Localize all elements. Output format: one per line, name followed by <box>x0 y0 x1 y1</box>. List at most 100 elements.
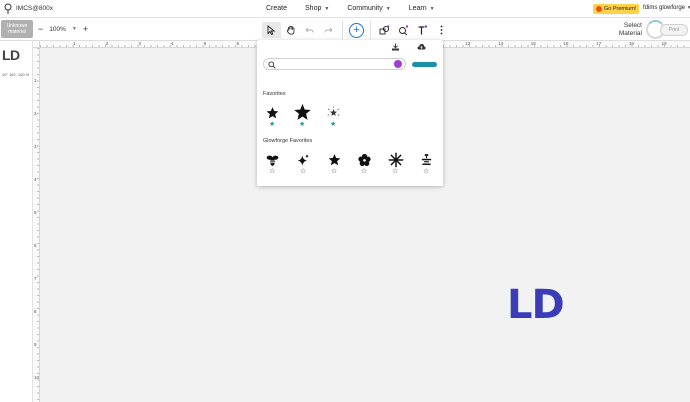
tool-group: + <box>262 21 451 39</box>
star-outline-icon[interactable]: ☆ <box>361 168 367 175</box>
star-outline-icon[interactable]: ☆ <box>423 168 429 175</box>
add-element-button[interactable]: + <box>347 22 366 38</box>
ruler-top-number: 4 <box>171 41 174 46</box>
zoom-out-button[interactable]: − <box>38 24 43 34</box>
shapes-icon <box>379 24 390 34</box>
sparkle-star-icon <box>327 106 340 116</box>
lamp-icon <box>421 154 432 165</box>
zoom-control: − 100% ▼ + <box>38 24 88 34</box>
flower-icon <box>358 153 371 167</box>
pan-tool-button[interactable] <box>281 22 300 38</box>
nav-shop-label: Shop <box>305 5 322 12</box>
nav-learn[interactable]: Learn ▼ <box>409 5 435 12</box>
add-element-popup: Favorites Glowforge Favorites ★ ★ ★ ☆ ☆ … <box>257 40 443 186</box>
glowforge-shape[interactable]: ☆ <box>416 153 438 177</box>
favorites-title: Favorites <box>263 91 286 97</box>
more-options-button[interactable] <box>432 22 451 38</box>
glowforge-shape[interactable]: ☆ <box>262 153 284 177</box>
star-5-icon <box>266 107 279 119</box>
star-filled-icon[interactable]: ★ <box>330 121 336 128</box>
redo-icon <box>324 27 333 33</box>
nav-community[interactable]: Community ▼ <box>347 5 390 12</box>
vertical-ruler: 1 2 3 4 5 6 7 8 9 10 <box>33 48 40 402</box>
text-tool-button[interactable] <box>413 22 432 38</box>
star-outline-icon[interactable]: ☆ <box>300 168 306 175</box>
thumbnail-panel: LD 10" 162, 100 % <box>0 41 33 402</box>
select-tool-button[interactable] <box>262 22 281 38</box>
ruler-top-number: 13 <box>465 41 471 46</box>
material-button[interactable]: Unknown material <box>1 20 33 38</box>
search-toggle-button[interactable] <box>412 62 437 67</box>
select-material-label[interactable]: Select Material <box>614 22 642 38</box>
star-filled-icon[interactable]: ★ <box>299 121 305 128</box>
glowforge-shape[interactable]: ☆ <box>354 153 376 177</box>
ruler-top-number: 14 <box>498 41 504 46</box>
ai-magic-icon[interactable] <box>394 60 402 68</box>
chevron-down-icon: ▼ <box>429 5 435 12</box>
trace-icon <box>399 24 409 35</box>
ruler-top-number: 1 <box>73 41 76 46</box>
redo-button[interactable] <box>319 22 338 38</box>
ruler-top-number: 6 <box>236 41 240 46</box>
ruler-top-number: 15 <box>530 41 536 46</box>
favorite-shape[interactable]: ★ <box>262 106 284 130</box>
ruler-left-number: 4 <box>34 177 37 182</box>
thumbnail-design[interactable]: LD <box>2 47 20 63</box>
glowforge-shape[interactable]: ☆ <box>385 152 407 176</box>
star-5-large-icon <box>294 103 311 120</box>
go-premium-button[interactable]: Go Premium! <box>593 4 640 14</box>
more-vertical-icon <box>440 25 443 35</box>
cloud-upload-icon[interactable] <box>417 43 426 51</box>
glowforge-g-icon <box>596 6 602 12</box>
favorite-shape[interactable]: ★ <box>323 106 345 130</box>
ruler-top-number: 17 <box>596 41 602 46</box>
star-outline-icon[interactable]: ☆ <box>269 168 275 175</box>
ruler-left-number: 9 <box>34 342 37 347</box>
toolbar-divider <box>342 21 343 39</box>
favorite-shape[interactable]: ★ <box>292 103 314 128</box>
undo-button[interactable] <box>300 22 319 38</box>
asterisk-burst-icon <box>388 152 404 168</box>
glowforge-logo-icon[interactable] <box>4 3 12 15</box>
user-name: fdims glowforge <box>643 5 686 11</box>
glowforge-shape[interactable]: ☆ <box>293 153 315 177</box>
star-outline-icon[interactable]: ☆ <box>331 168 337 175</box>
nav-shop[interactable]: Shop ▼ <box>305 5 329 12</box>
nav-community-label: Community <box>347 5 383 12</box>
plus-circle-icon: + <box>349 22 364 38</box>
ruler-top-number: 18 <box>628 41 634 46</box>
trace-button[interactable] <box>394 22 413 38</box>
ruler-left-number: 2 <box>34 111 37 116</box>
pointer-icon <box>267 25 276 35</box>
shapes-button[interactable] <box>375 22 394 38</box>
import-icon[interactable] <box>391 43 400 51</box>
zoom-in-button[interactable]: + <box>83 24 88 34</box>
print-button[interactable]: Print <box>660 24 688 36</box>
star-outline-icon[interactable]: ☆ <box>392 168 398 175</box>
ruler-left-number: 3 <box>34 144 37 149</box>
glowforge-shape[interactable]: ☆ <box>324 153 346 177</box>
go-premium-label: Go Premium! <box>604 6 637 12</box>
user-menu[interactable]: fdims glowforge ▼ <box>643 5 690 11</box>
undo-icon <box>305 27 314 33</box>
popup-header-icons <box>391 43 426 51</box>
ruler-top-number: 19 <box>661 41 667 46</box>
star-filled-icon[interactable]: ★ <box>269 121 275 128</box>
canvas-design-ld[interactable]: LD <box>507 285 565 325</box>
main-nav: Create Shop ▼ Community ▼ Learn ▼ <box>266 5 435 12</box>
bee-icon <box>266 155 279 166</box>
zoom-value[interactable]: 100% <box>49 26 66 33</box>
document-title[interactable]: IMCS@800x <box>16 5 53 12</box>
thumbnail-caption: 10" 162, 100 % <box>2 72 30 77</box>
search-input[interactable] <box>263 58 406 70</box>
ruler-left-number: 1 <box>34 78 37 83</box>
ruler-top-number: 3 <box>138 41 141 46</box>
chevron-down-icon: ▼ <box>324 5 330 12</box>
nav-create[interactable]: Create <box>266 5 287 12</box>
toolbar-divider <box>370 21 371 39</box>
top-navigation-bar: IMCS@800x Create Shop ▼ Community ▼ Learn ▼… <box>0 0 690 18</box>
nav-learn-label: Learn <box>408 5 427 12</box>
ruler-left-number: 6 <box>34 243 37 248</box>
chevron-down-icon: ▼ <box>71 26 77 32</box>
editor-toolbar: Unknown material − 100% ▼ + + Select Mat… <box>0 18 690 41</box>
